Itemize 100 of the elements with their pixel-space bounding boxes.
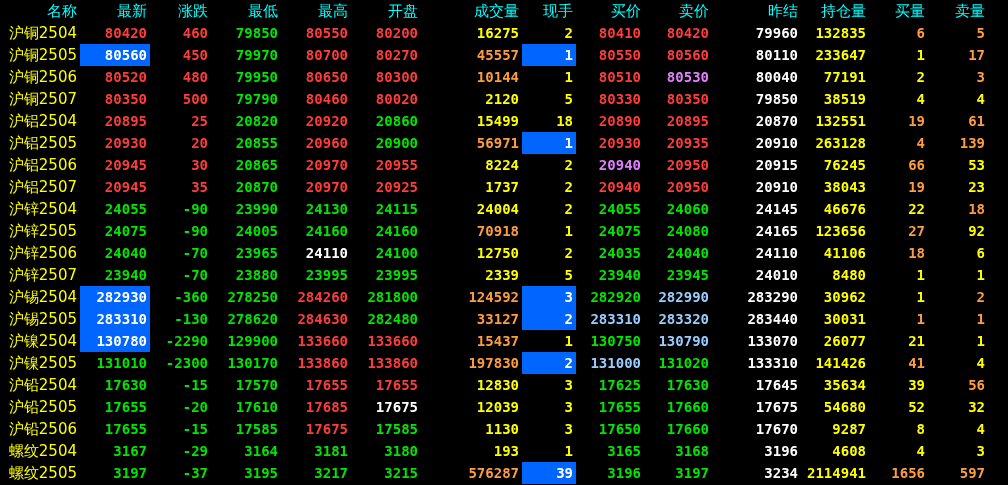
contract-name[interactable]: 沪铜2507 xyxy=(0,88,80,110)
table-cell: 20930 xyxy=(598,135,641,151)
table-cell: 17645 xyxy=(755,377,798,393)
contract-name[interactable]: 沪锡2504 xyxy=(0,286,80,308)
table-cell: 24035 xyxy=(598,245,641,261)
table-cell: 133660 xyxy=(367,333,418,349)
table-cell: 20950 xyxy=(666,157,709,173)
table-cell: 80040 xyxy=(755,69,798,85)
column-header[interactable]: 涨跌 xyxy=(150,0,211,22)
table-cell: 20870 xyxy=(755,113,798,129)
table-cell: 18 xyxy=(968,201,985,217)
column-header[interactable]: 最高 xyxy=(281,0,351,22)
contract-name[interactable]: 沪铜2505 xyxy=(0,44,80,66)
table-cell: 1 xyxy=(564,443,573,459)
contract-name[interactable]: 沪镍2505 xyxy=(0,352,80,374)
table-cell: 24040 xyxy=(666,245,709,261)
contract-name[interactable]: 沪铝2507 xyxy=(0,176,80,198)
table-cell: 38519 xyxy=(823,91,866,107)
contract-name[interactable]: 螺纹2505 xyxy=(0,462,80,484)
column-header[interactable]: 最低 xyxy=(211,0,281,22)
table-cell: 20895 xyxy=(666,113,709,129)
column-header[interactable]: 开盘 xyxy=(351,0,421,22)
table-cell: 17675 xyxy=(755,399,798,415)
table-cell: 20935 xyxy=(666,135,709,151)
table-cell: -70 xyxy=(182,245,208,261)
table-cell: 24075 xyxy=(598,223,641,239)
table-cell: 23880 xyxy=(235,267,278,283)
table-cell: 597 xyxy=(959,465,985,481)
contract-name[interactable]: 沪铅2505 xyxy=(0,396,80,418)
table-cell: 283310 xyxy=(590,311,641,327)
table-cell: 24010 xyxy=(755,267,798,283)
table-cell: 20895 xyxy=(104,113,147,129)
table-cell: 1 xyxy=(564,47,573,63)
table-cell: 23 xyxy=(968,179,985,195)
table-cell: 3180 xyxy=(384,443,418,459)
table-cell: 79850 xyxy=(235,25,278,41)
contract-name[interactable]: 沪锌2507 xyxy=(0,264,80,286)
table-cell: 24004 xyxy=(476,201,519,217)
contract-name[interactable]: 沪锌2506 xyxy=(0,242,80,264)
table-cell: 283320 xyxy=(658,311,709,327)
table-cell: 1 xyxy=(564,135,573,151)
column-header[interactable]: 现手 xyxy=(522,0,576,22)
table-cell: 17630 xyxy=(104,377,147,393)
contract-name[interactable]: 沪锌2505 xyxy=(0,220,80,242)
table-cell: 24100 xyxy=(375,245,418,261)
table-cell: 20950 xyxy=(666,179,709,195)
column-header[interactable]: 昨结 xyxy=(712,0,801,22)
table-cell: 20925 xyxy=(375,179,418,195)
column-header[interactable]: 名称 xyxy=(0,0,80,22)
table-cell: 2 xyxy=(564,201,573,217)
table-cell: 80530 xyxy=(666,69,709,85)
table-cell: 23995 xyxy=(305,267,348,283)
table-cell: 12830 xyxy=(476,377,519,393)
column-header[interactable]: 卖量 xyxy=(928,0,988,22)
contract-name[interactable]: 沪锡2505 xyxy=(0,308,80,330)
table-cell: 2 xyxy=(564,179,573,195)
column-header[interactable]: 最新 xyxy=(80,0,150,22)
column-header[interactable]: 持仓量 xyxy=(801,0,869,22)
column-header[interactable]: 卖价 xyxy=(644,0,712,22)
table-cell: 20930 xyxy=(104,135,147,151)
table-cell: 17625 xyxy=(598,377,641,393)
table-cell: -360 xyxy=(174,289,208,305)
table-cell: 2 xyxy=(564,245,573,261)
column-header[interactable]: 成交量 xyxy=(421,0,522,22)
contract-name[interactable]: 沪铜2504 xyxy=(0,22,80,44)
table-cell: 80330 xyxy=(598,91,641,107)
table-cell: 130750 xyxy=(590,333,641,349)
table-cell: 17675 xyxy=(305,421,348,437)
table-cell: 141426 xyxy=(815,355,866,371)
table-cell: 6 xyxy=(916,25,925,41)
contract-name[interactable]: 沪铝2506 xyxy=(0,154,80,176)
contract-name[interactable]: 沪铜2506 xyxy=(0,66,80,88)
table-cell: 3 xyxy=(564,421,573,437)
table-cell: 20910 xyxy=(755,179,798,195)
column-header[interactable]: 买量 xyxy=(869,0,928,22)
contract-name[interactable]: 沪镍2504 xyxy=(0,330,80,352)
contract-name[interactable]: 螺纹2504 xyxy=(0,440,80,462)
table-cell: 24165 xyxy=(755,223,798,239)
table-cell: 132835 xyxy=(815,25,866,41)
contract-name[interactable]: 沪铝2504 xyxy=(0,110,80,132)
table-cell: 54680 xyxy=(823,399,866,415)
table-cell: 2 xyxy=(916,69,925,85)
table-cell: 80270 xyxy=(375,47,418,63)
table-cell: 80550 xyxy=(598,47,641,63)
table-cell: 24075 xyxy=(104,223,147,239)
contract-name[interactable]: 沪铝2505 xyxy=(0,132,80,154)
table-cell: 9287 xyxy=(832,421,866,437)
table-cell: 92 xyxy=(968,223,985,239)
contract-name[interactable]: 沪铅2506 xyxy=(0,418,80,440)
table-cell: 80410 xyxy=(598,25,641,41)
contract-name[interactable]: 沪铅2504 xyxy=(0,374,80,396)
table-cell: 3164 xyxy=(244,443,278,459)
contract-name[interactable]: 沪锌2504 xyxy=(0,198,80,220)
table-cell: 16275 xyxy=(476,25,519,41)
table-cell: 79960 xyxy=(755,25,798,41)
column-header[interactable]: 买价 xyxy=(576,0,644,22)
table-cell: 38043 xyxy=(823,179,866,195)
table-cell: -70 xyxy=(182,267,208,283)
table-cell: 17670 xyxy=(755,421,798,437)
table-cell: 41106 xyxy=(823,245,866,261)
